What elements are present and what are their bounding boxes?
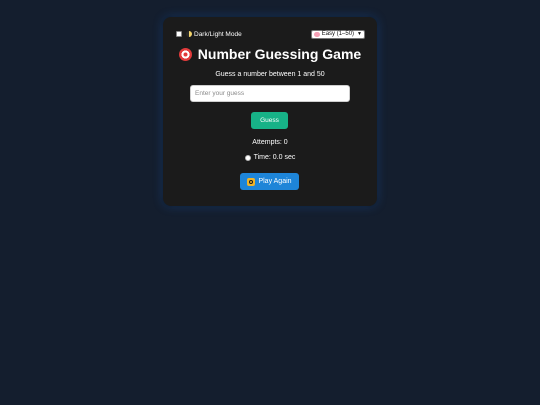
timer-text: Time: 0.0 sec xyxy=(253,154,296,161)
target-icon xyxy=(178,47,192,61)
attempts-counter: Attempts: 0 xyxy=(252,139,288,146)
mode-toggle-label: Dark/Light Mode xyxy=(194,30,242,38)
mode-toggle[interactable]: Dark/Light Mode xyxy=(176,31,242,38)
stopwatch-icon xyxy=(244,154,251,161)
guess-input[interactable] xyxy=(190,85,350,102)
guess-button[interactable]: Guess xyxy=(251,112,288,129)
chevron-down-icon: ▼ xyxy=(357,31,362,37)
difficulty-selected-label: Easy (1–50) xyxy=(321,31,355,37)
dark-mode-checkbox[interactable] xyxy=(176,31,182,37)
top-bar: Dark/Light Mode Easy (1–50) ▼ xyxy=(176,28,365,40)
timer-display: Time: 0.0 sec xyxy=(163,154,377,161)
brain-icon xyxy=(313,31,320,37)
page-title: Number Guessing Game xyxy=(163,46,377,62)
difficulty-select[interactable]: Easy (1–50) ▼ xyxy=(310,29,365,39)
title-text: Number Guessing Game xyxy=(197,46,362,62)
play-again-label: Play Again xyxy=(258,178,292,185)
play-again-button[interactable]: Play Again xyxy=(240,173,299,190)
refresh-icon xyxy=(247,177,256,186)
game-card: Dark/Light Mode Easy (1–50) ▼ Number Gue… xyxy=(163,17,377,206)
moon-icon xyxy=(186,31,192,37)
instructions-text: Guess a number between 1 and 50 xyxy=(215,71,325,78)
